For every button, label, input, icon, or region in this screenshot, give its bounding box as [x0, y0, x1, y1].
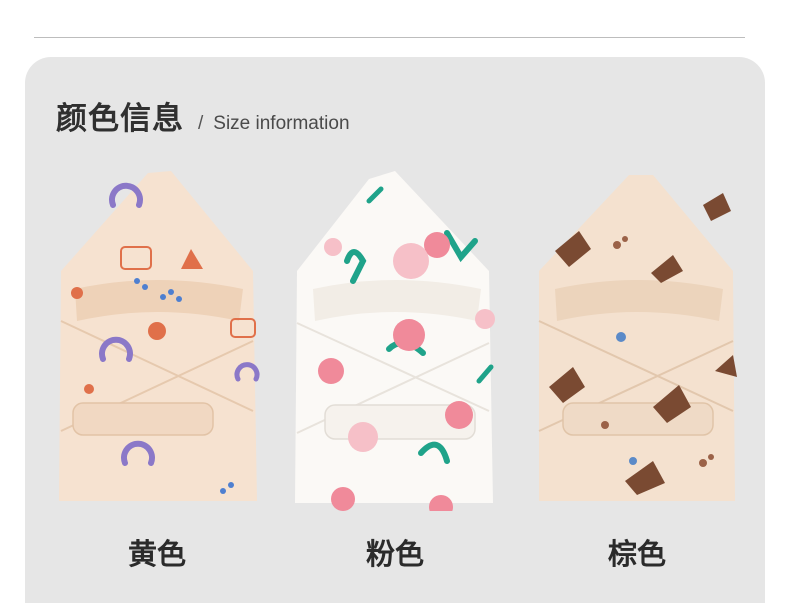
- color-info-panel: 颜色信息 / Size information 黄色 粉色 棕色: [25, 57, 765, 603]
- swaddle-image-yellow: [59, 171, 260, 501]
- color-label-pink: 粉色: [365, 537, 424, 571]
- color-label-yellow: 黄色: [127, 537, 186, 571]
- heading-separator: /: [198, 113, 204, 134]
- swaddle-image-brown: [538, 175, 737, 501]
- section-heading: 颜色信息 / Size information: [56, 93, 350, 138]
- section-title: 颜色信息: [56, 101, 184, 137]
- product-card-pink[interactable]: [291, 171, 499, 511]
- swaddle-image-pink: [295, 171, 495, 511]
- product-card-yellow[interactable]: [53, 171, 261, 511]
- top-divider: [34, 37, 745, 38]
- section-subtitle: Size information: [213, 113, 350, 134]
- product-card-brown[interactable]: [533, 171, 741, 511]
- color-label-brown: 棕色: [607, 537, 666, 571]
